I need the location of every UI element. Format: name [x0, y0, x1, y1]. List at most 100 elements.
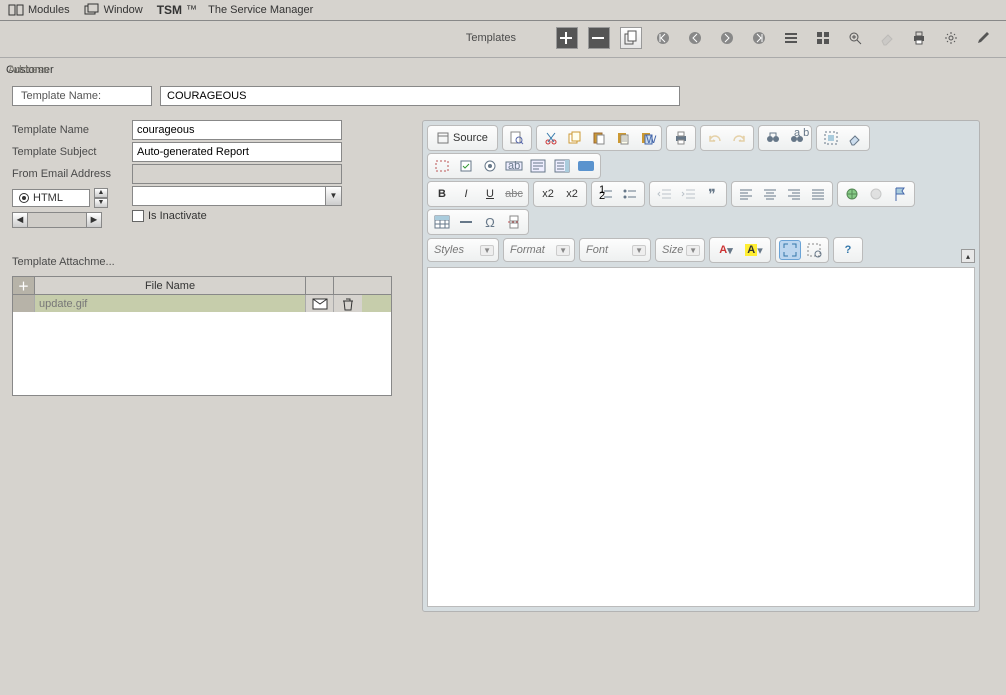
ck-align-right-button[interactable] — [783, 184, 805, 204]
list-icon — [784, 31, 798, 45]
ck-selectall-button[interactable] — [820, 128, 842, 148]
ck-select-button[interactable] — [551, 156, 573, 176]
ck-cut-button[interactable] — [540, 128, 562, 148]
textarea-icon — [531, 160, 545, 172]
table-row[interactable]: update.gif — [13, 295, 391, 312]
format-spinner[interactable]: ▲▼ — [94, 188, 108, 208]
ck-superscript-button[interactable]: x2 — [561, 184, 583, 204]
ck-quote-button[interactable]: ❞ — [701, 184, 723, 204]
zoom-button[interactable] — [844, 27, 866, 49]
ck-checkbox-button[interactable] — [455, 156, 477, 176]
ck-form-button[interactable] — [431, 156, 453, 176]
ck-bold-button[interactable]: B — [431, 184, 453, 204]
template-subject-label: Template Subject — [12, 146, 132, 158]
row-delete-button[interactable] — [334, 295, 362, 312]
ck-anchor-button[interactable] — [889, 184, 911, 204]
ck-outdent-button[interactable] — [653, 184, 675, 204]
grid-button[interactable] — [812, 27, 834, 49]
copy-button[interactable] — [620, 27, 642, 49]
select-all-icon — [824, 131, 838, 145]
tab-address[interactable]: Address — [8, 64, 48, 76]
template-subject-input[interactable] — [132, 142, 342, 162]
ck-indent-button[interactable] — [677, 184, 699, 204]
plus-icon — [560, 31, 574, 45]
ck-link-button[interactable] — [841, 184, 863, 204]
align-justify-icon — [811, 188, 825, 200]
ck-textfield-button[interactable]: ab — [503, 156, 525, 176]
ck-table-button[interactable] — [431, 212, 453, 232]
delete-button[interactable] — [588, 27, 610, 49]
inactivate-checkbox[interactable]: Is Inactivate — [132, 210, 342, 222]
ck-format-select[interactable]: Format — [503, 238, 575, 262]
new-button[interactable] — [556, 27, 578, 49]
dropdown-input[interactable] — [132, 186, 342, 206]
ck-button-button[interactable] — [575, 156, 597, 176]
from-email-input[interactable] — [132, 164, 342, 184]
ck-styles-select[interactable]: Styles — [427, 238, 499, 262]
ck-replace-button[interactable]: a b — [786, 128, 808, 148]
menu-window[interactable]: Window — [84, 3, 143, 17]
ck-pagebreak-button[interactable] — [503, 212, 525, 232]
ck-textarea-button[interactable] — [527, 156, 549, 176]
ck-paste-text-button[interactable] — [612, 128, 634, 148]
ck-size-select[interactable]: Size — [655, 238, 705, 262]
ck-textcolor-button[interactable]: A▾ — [713, 240, 739, 260]
ck-underline-button[interactable]: U — [479, 184, 501, 204]
ck-italic-button[interactable]: I — [455, 184, 477, 204]
align-center-icon — [763, 188, 777, 200]
editor-canvas[interactable] — [427, 267, 975, 607]
ck-showblocks-button[interactable] — [803, 240, 825, 260]
ck-unlink-button[interactable] — [865, 184, 887, 204]
template-name-header-input[interactable] — [160, 86, 680, 106]
ck-radio-button[interactable] — [479, 156, 501, 176]
ck-source-button[interactable]: Source — [431, 128, 494, 148]
ck-removeformat-button[interactable] — [844, 128, 866, 148]
ck-print-button[interactable] — [670, 128, 692, 148]
edit-button[interactable] — [972, 27, 994, 49]
ck-copy-button[interactable] — [564, 128, 586, 148]
binoculars-icon — [766, 131, 780, 145]
prev-button[interactable] — [684, 27, 706, 49]
redo-icon — [732, 131, 746, 145]
ck-preview-button[interactable] — [506, 128, 528, 148]
printer-icon — [912, 31, 926, 45]
ck-redo-button[interactable] — [728, 128, 750, 148]
ck-bullist-button[interactable] — [619, 184, 641, 204]
brand-tm: ™ — [186, 4, 197, 16]
ck-about-button[interactable]: ? — [837, 240, 859, 260]
format-html-option[interactable]: HTML — [12, 189, 90, 207]
ck-align-center-button[interactable] — [759, 184, 781, 204]
template-name-input[interactable] — [132, 120, 342, 140]
attachments-grid: ＋ File Name update.gif — [12, 276, 392, 396]
ck-align-justify-button[interactable] — [807, 184, 829, 204]
ck-paste-button[interactable] — [588, 128, 610, 148]
last-button[interactable] — [748, 27, 770, 49]
h-scrollbar[interactable]: ◄► — [12, 212, 132, 228]
menu-modules[interactable]: Modules — [8, 3, 70, 17]
ck-bgcolor-button[interactable]: A▾ — [741, 240, 767, 260]
col-file-name[interactable]: File Name — [35, 277, 306, 294]
ck-hr-button[interactable] — [455, 212, 477, 232]
settings-button[interactable] — [940, 27, 962, 49]
ck-find-button[interactable] — [762, 128, 784, 148]
row-mail-button[interactable] — [306, 295, 334, 312]
ck-align-left-button[interactable] — [735, 184, 757, 204]
ck-font-select[interactable]: Font — [579, 238, 651, 262]
add-attachment-button[interactable]: ＋ — [13, 277, 35, 294]
ck-paste-word-button[interactable]: W — [636, 128, 658, 148]
ck-numlist-button[interactable]: 12 — [595, 184, 617, 204]
ck-undo-button[interactable] — [704, 128, 726, 148]
print-button[interactable] — [908, 27, 930, 49]
dropdown-arrow-icon[interactable]: ▼ — [325, 187, 341, 205]
next-button[interactable] — [716, 27, 738, 49]
format-html-label: HTML — [33, 192, 63, 204]
ck-maximize-button[interactable] — [779, 240, 801, 260]
ck-collapse-button[interactable]: ▴ — [961, 249, 975, 263]
first-button[interactable] — [652, 27, 674, 49]
list-button[interactable] — [780, 27, 802, 49]
ck-strike-button[interactable]: abc — [503, 184, 525, 204]
ck-subscript-button[interactable]: x2 — [537, 184, 559, 204]
ol-icon: 12 — [599, 188, 613, 200]
erase-button[interactable] — [876, 27, 898, 49]
ck-special-button[interactable]: Ω — [479, 212, 501, 232]
